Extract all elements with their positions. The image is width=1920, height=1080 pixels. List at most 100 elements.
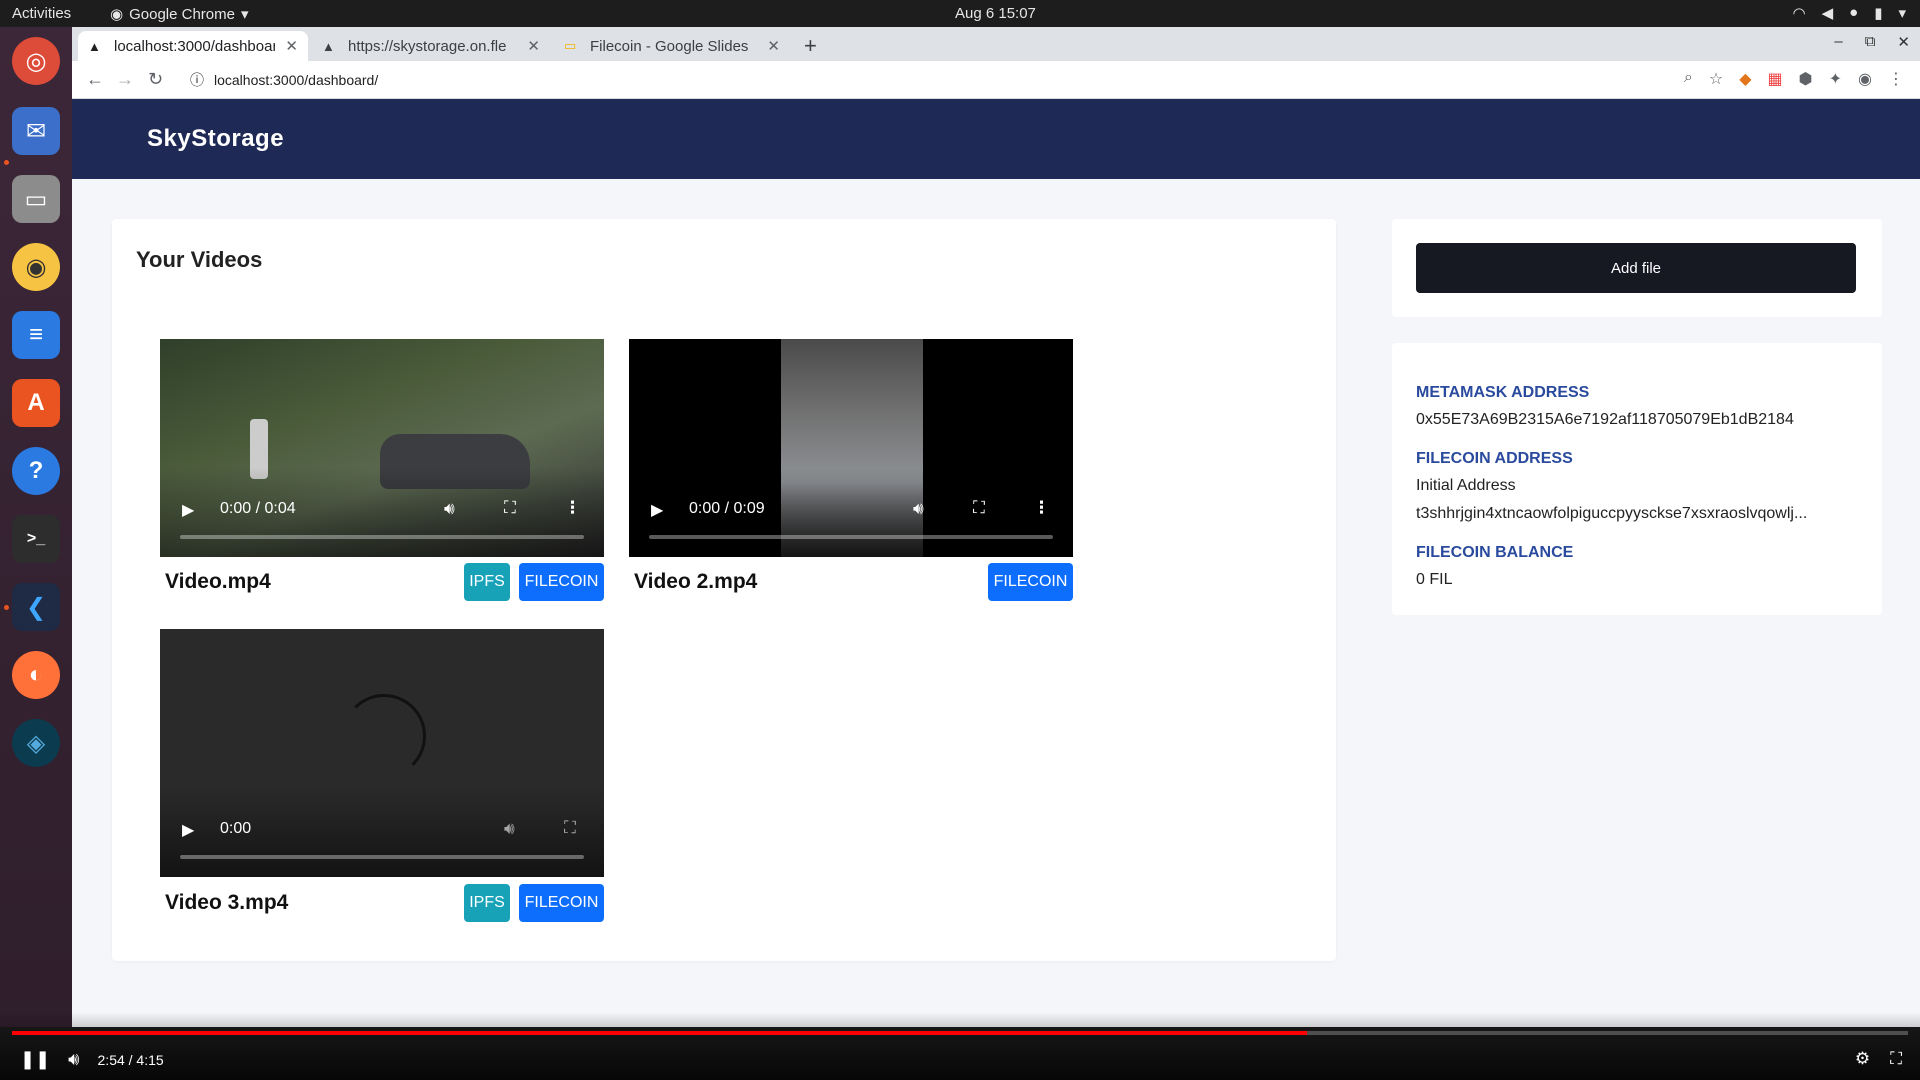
wifi-icon: ◠ <box>1792 5 1806 22</box>
video-scrubber[interactable] <box>649 535 1053 539</box>
drive-favicon-icon: ▲ <box>322 38 335 54</box>
fullscreen-icon[interactable]: ⛶ <box>973 498 985 518</box>
vscode-dock-icon[interactable]: ❮ <box>12 583 60 631</box>
more-vert-icon[interactable]: ⋮ <box>1033 498 1050 518</box>
puzzle-icon[interactable]: ✦ <box>1829 69 1842 89</box>
play-icon[interactable]: ▶ <box>651 500 663 520</box>
metamask-address-label: METAMASK ADDRESS <box>1416 384 1590 401</box>
url-field[interactable]: ⓘ localhost:3000/dashboard/ <box>182 66 1742 94</box>
info-icon[interactable]: ⓘ <box>190 70 204 90</box>
video-name: Video.mp4 <box>165 570 271 593</box>
new-tab-plus-icon[interactable]: + <box>804 33 817 59</box>
pause-icon[interactable]: ❚❚ <box>20 1049 50 1070</box>
avatar[interactable]: ◉ <box>1858 69 1872 89</box>
tab-title: Filecoin - Google Slides <box>590 37 749 55</box>
volume-icon[interactable]: 🔊︎ <box>68 1049 79 1070</box>
restore-icon[interactable]: ⧉ <box>1865 33 1876 51</box>
terminal-dock-icon[interactable]: >_ <box>12 515 60 563</box>
ipfs-button[interactable]: IPFS <box>464 563 510 601</box>
reload-icon[interactable]: ↻ <box>148 69 163 90</box>
filecoin-balance-value: 0 FIL <box>1416 571 1453 588</box>
section-title: Your Videos <box>136 247 263 272</box>
shield-icon[interactable]: ⬢ <box>1799 69 1813 89</box>
filecoin-button[interactable]: FILECOIN <box>519 563 604 601</box>
settings-gear-icon[interactable]: ⚙ <box>1855 1049 1870 1069</box>
brand-logo[interactable]: SkyStorage <box>147 125 284 153</box>
filecoin-button[interactable]: FILECOIN <box>988 563 1073 601</box>
more-vert-icon[interactable]: ⋮ <box>1888 69 1904 89</box>
writer-dock-icon[interactable]: ≡ <box>12 311 60 359</box>
video-tile: ▶ 0:00 🔊︎ ⛶ Video 3.mp4 IPFS FILECOIN <box>160 629 604 929</box>
add-file-button[interactable]: Add file <box>1416 243 1856 293</box>
filecoin-balance-label: FILECOIN BALANCE <box>1416 544 1574 561</box>
web-page: SkyStorage Your Videos ▶ 0:00 / 0:04 🔊︎ … <box>72 99 1920 1027</box>
video-player[interactable]: ▶ 0:00 / 0:04 🔊︎ ⛶ ⋮ <box>160 339 604 557</box>
wallet-info-card: METAMASK ADDRESS 0x55E73A69B2315A6e7192a… <box>1392 343 1882 615</box>
more-vert-icon[interactable]: ⋮ <box>564 498 581 518</box>
thunderbird-dock-icon[interactable]: ✉ <box>12 107 60 155</box>
gitkraken-dock-icon[interactable]: ◈ <box>12 719 60 767</box>
app-navbar: SkyStorage <box>72 99 1920 179</box>
tab-title: localhost:3000/dashboard <box>114 37 276 55</box>
filecoin-button[interactable]: FILECOIN <box>519 884 604 922</box>
video-time: 0:00 / 0:04 <box>220 500 296 517</box>
video-tile: ▶ 0:00 / 0:04 🔊︎ ⛶ ⋮ Video.mp4 IPFS FILE… <box>160 309 604 601</box>
help-dock-icon[interactable]: ? <box>12 447 60 495</box>
mic-icon: ● <box>1849 4 1859 21</box>
close-window-icon[interactable]: ✕ <box>1897 33 1910 51</box>
zoom-icon[interactable]: ⌕ <box>1684 69 1693 89</box>
chevron-down-icon: ▾ <box>240 6 249 23</box>
chrome-dock-icon[interactable]: ◎ <box>12 37 60 85</box>
video-controls: ▶ 0:00 / 0:09 🔊︎ ⛶ ⋮ <box>629 467 1073 557</box>
video-controls: ▶ 0:00 🔊︎ ⛶ <box>160 787 604 877</box>
close-icon[interactable]: ✕ <box>527 37 540 55</box>
fullscreen-icon[interactable]: ⛶ <box>504 498 516 518</box>
tab-dashboard[interactable]: ▲ localhost:3000/dashboard ✕ <box>78 31 308 61</box>
player-progress-bar[interactable] <box>12 1031 1908 1035</box>
activities-button[interactable]: Activities <box>12 5 71 22</box>
play-icon[interactable]: ▶ <box>182 500 194 520</box>
video-controls: ▶ 0:00 / 0:04 🔊︎ ⛶ ⋮ <box>160 467 604 557</box>
app-menu-label: Google Chrome <box>129 5 235 23</box>
files-dock-icon[interactable]: ▭ <box>12 175 60 223</box>
filecoin-initial-label: Initial Address <box>1416 477 1516 494</box>
rhythmbox-dock-icon[interactable]: ◉ <box>12 243 60 291</box>
video-player[interactable]: ▶ 0:00 / 0:09 🔊︎ ⛶ ⋮ <box>629 339 1073 557</box>
volume-icon[interactable]: 🔊︎ <box>913 499 924 519</box>
star-icon[interactable]: ☆ <box>1709 69 1723 89</box>
system-tray[interactable]: ◠ ◀ ● ▮ ▾ <box>1793 4 1907 22</box>
ipfs-button[interactable]: IPFS <box>464 884 510 922</box>
player-progress-played <box>12 1031 1307 1035</box>
video-scrubber[interactable] <box>180 535 584 539</box>
exit-fullscreen-icon[interactable]: ⛶ <box>1890 1049 1902 1069</box>
minimize-icon[interactable]: – <box>1834 33 1842 51</box>
video-name: Video 2.mp4 <box>634 570 758 593</box>
firefox-dock-icon[interactable]: ◐ <box>12 651 60 699</box>
video-scrubber[interactable] <box>180 855 584 859</box>
url-text: localhost:3000/dashboard/ <box>214 72 379 88</box>
tab-filecoin-slides[interactable]: ▭ Filecoin - Google Slides ✕ <box>554 31 790 61</box>
tab-skystorage[interactable]: ▲ https://skystorage.on.fle ✕ <box>312 31 550 61</box>
close-icon[interactable]: ✕ <box>285 37 298 55</box>
play-icon[interactable]: ▶ <box>182 820 194 840</box>
close-icon[interactable]: ✕ <box>767 37 780 55</box>
add-file-card: Add file <box>1392 219 1882 317</box>
back-arrow-icon[interactable]: ← <box>86 69 104 90</box>
app-menu[interactable]: ◉ Google Chrome ▾ <box>110 5 249 24</box>
volume-icon[interactable]: 🔊︎ <box>444 499 455 519</box>
player-time: 2:54 / 4:15 <box>97 1051 164 1068</box>
fullscreen-icon[interactable]: ⛶ <box>564 818 576 838</box>
videos-card: Your Videos ▶ 0:00 / 0:04 🔊︎ ⛶ ⋮ Video.m… <box>112 219 1336 961</box>
clock[interactable]: Aug 6 15:07 <box>955 5 1036 22</box>
calendar-extension-icon[interactable]: ▦ <box>1768 69 1783 89</box>
software-dock-icon[interactable]: A <box>12 379 60 427</box>
metamask-icon[interactable]: ◆ <box>1739 69 1751 89</box>
running-indicator <box>4 605 9 610</box>
tab-strip: ▲ localhost:3000/dashboard ✕ ▲ https://s… <box>72 27 1920 61</box>
volume-icon[interactable]: 🔊︎ <box>504 819 515 839</box>
chevron-down-icon: ▾ <box>1898 5 1906 22</box>
forward-arrow-icon[interactable]: → <box>116 69 134 90</box>
speaker-icon: ◀ <box>1821 5 1834 22</box>
filecoin-address-value: t3shhrjgin4xtncaowfolpiguccpyysckse7xsxr… <box>1416 505 1808 522</box>
video-player[interactable]: ▶ 0:00 🔊︎ ⛶ <box>160 629 604 877</box>
